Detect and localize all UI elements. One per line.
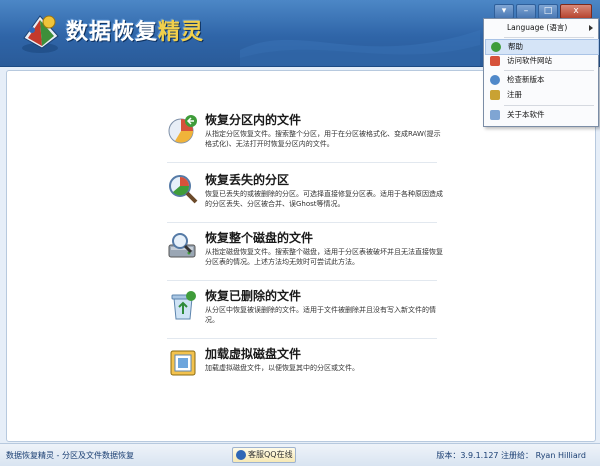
app-title: 数据恢复精灵 [66, 14, 204, 46]
option-description: 加载虚拟磁盘文件，以便恢复其中的分区或文件。 [205, 364, 359, 372]
recycle-bin-icon [171, 291, 196, 320]
option-recover-lost-partition[interactable]: 恢复丢失的分区 恢复已丢失的或被删除的分区。可选择直接修复分区表。适用于各种原因… [167, 171, 443, 217]
menu-item-label: 关于本软件 [507, 110, 545, 119]
option-description: 从指定分区恢复文件。搜索整个分区，用于在分区被格式化、变成RAW(提示格式化)、… [205, 130, 441, 148]
partition-pie-icon [168, 115, 197, 144]
submenu-arrow-icon [589, 25, 593, 31]
close-button[interactable]: x [560, 4, 592, 19]
app-title-highlight: 精灵 [158, 20, 205, 45]
menu-item-language[interactable]: Language (语言) [485, 21, 597, 35]
menu-item-register[interactable]: 注册 [485, 88, 597, 102]
option-title: 恢复整个磁盘的文件 [205, 231, 314, 245]
menu-divider [504, 105, 594, 106]
option-title: 恢复已删除的文件 [205, 289, 302, 303]
app-dropdown-menu: Language (语言) 帮助 访问软件网站 检查新版本 注册 关于本软件 [483, 18, 599, 127]
qq-support-label: 客服QQ在线 [248, 450, 293, 459]
maximize-button[interactable]: □ [538, 4, 558, 19]
minimize-button[interactable]: – [516, 4, 536, 19]
status-app-name: 数据恢复精灵 - 分区及文件数据恢复 [6, 451, 134, 460]
option-title: 恢复丢失的分区 [205, 173, 290, 187]
qq-icon [236, 450, 246, 460]
qq-support-button[interactable]: 客服QQ在线 [232, 447, 296, 463]
option-title: 加载虚拟磁盘文件 [205, 347, 302, 361]
app-window: 数据恢复精灵 ▾ – □ x 恢复分区内的文件 从指定分区恢复文件。搜索整个分区… [0, 0, 600, 466]
menu-item-label: 访问软件网站 [507, 56, 552, 65]
menu-item-about[interactable]: 关于本软件 [485, 108, 597, 122]
app-logo-icon [22, 15, 59, 53]
option-recover-partition-files[interactable]: 恢复分区内的文件 从指定分区恢复文件。搜索整个分区，用于在分区被格式化、变成RA… [167, 111, 441, 157]
divider [167, 162, 437, 163]
divider [167, 280, 437, 281]
status-bar: 数据恢复精灵 - 分区及文件数据恢复 客服QQ在线 版本：3.9.1.127 注… [0, 443, 600, 466]
home-icon [490, 56, 500, 66]
disk-search-icon [168, 233, 196, 258]
window-controls: ▾ – □ x [494, 4, 592, 19]
option-title: 恢复分区内的文件 [205, 113, 302, 127]
header-decoration [240, 30, 480, 66]
menu-item-website[interactable]: 访问软件网站 [485, 54, 597, 68]
menu-item-label: 帮助 [508, 42, 523, 51]
help-icon [491, 42, 501, 52]
option-recover-disk-files[interactable]: 恢复整个磁盘的文件 从指定磁盘恢复文件。搜索整个磁盘，适用于分区表被破坏并且无法… [167, 229, 443, 275]
menu-item-label: 注册 [507, 90, 522, 99]
about-icon [490, 110, 500, 120]
menu-divider [504, 37, 594, 38]
divider [167, 338, 437, 339]
menu-dropdown-button[interactable]: ▾ [494, 4, 514, 19]
menu-item-check-update[interactable]: 检查新版本 [485, 73, 597, 87]
status-version: 版本：3.9.1.127 注册给： Ryan Hilliard [436, 451, 586, 460]
option-description: 恢复已丢失的或被删除的分区。可选择直接修复分区表。适用于各种原因造成的分区丢失、… [205, 190, 443, 208]
virtual-disk-icon [170, 350, 196, 376]
option-description: 从指定磁盘恢复文件。搜索整个磁盘，适用于分区表被破坏并且无法直接恢复分区表的情况… [205, 248, 443, 266]
divider [167, 222, 437, 223]
menu-item-label: Language (语言) [507, 23, 568, 32]
magnifier-partition-icon [169, 175, 198, 204]
option-description: 从分区中恢复被误删除的文件。适用于文件被删除并且没有写入新文件的情况。 [205, 306, 436, 324]
option-load-virtual-disk[interactable]: 加载虚拟磁盘文件 加载虚拟磁盘文件，以便恢复其中的分区或文件。 [167, 345, 437, 385]
app-title-main: 数据恢复 [66, 20, 159, 45]
menu-item-label: 检查新版本 [507, 75, 545, 84]
option-recover-deleted-files[interactable]: 恢复已删除的文件 从分区中恢复被误删除的文件。适用于文件被删除并且没有写入新文件… [167, 287, 437, 333]
globe-update-icon [490, 75, 500, 85]
menu-item-help[interactable]: 帮助 [485, 39, 599, 55]
menu-divider [504, 70, 594, 71]
lock-icon [490, 90, 500, 100]
